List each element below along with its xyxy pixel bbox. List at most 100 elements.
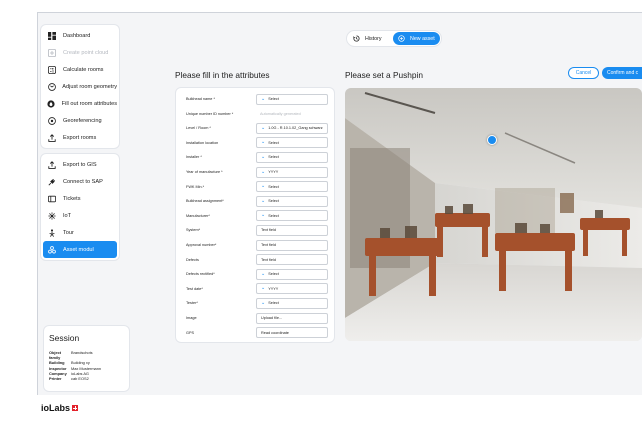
swiss-flag-icon	[72, 405, 79, 411]
sidebar-item-calculate-rooms[interactable]: Calculate rooms	[43, 61, 117, 78]
sidebar-item-label: Create point cloud	[63, 49, 109, 56]
chevron-down-icon: ⌄	[261, 183, 266, 190]
chevron-down-icon: ⌄	[261, 168, 266, 175]
history-icon	[353, 35, 360, 42]
field-value: Text field	[261, 243, 276, 247]
sidebar-item-iot[interactable]: IoT	[43, 207, 117, 224]
confirm-button[interactable]: Confirm and c	[602, 67, 642, 79]
year-of-manufacture-select[interactable]: ⌄ YYYY	[256, 166, 328, 178]
field-value: Text field	[261, 228, 276, 233]
test-date-select[interactable]: ⌄ YYYY	[256, 283, 328, 295]
history-label: History	[365, 35, 382, 42]
form-row-gps: GPS Read coordinate	[186, 327, 331, 339]
form-row-system: System* Text field	[186, 224, 331, 236]
unique-number-id-number-field: Automatically generated	[256, 108, 328, 120]
chevron-down-icon: ⌄	[261, 270, 266, 277]
approval-number-field[interactable]: Text field	[256, 239, 328, 251]
field-value: Select	[268, 184, 279, 189]
session-value: Brandschots	[71, 350, 93, 355]
sidebar-item-label: IoT	[63, 212, 72, 219]
sidebar-item-dashboard[interactable]: Dashboard	[43, 27, 117, 44]
sidebar-item-adjust-room-geometry[interactable]: Adjust room geometry	[43, 78, 117, 95]
sidebar-item-fill-out-room-attributes[interactable]: Fill out room attributes	[43, 95, 117, 112]
field-value: Select	[268, 140, 279, 145]
plug-icon	[47, 177, 57, 187]
history-button[interactable]: History	[348, 32, 393, 45]
chevron-down-icon: ⌄	[261, 285, 266, 292]
form-row-defects-rectified: Defects rectified* ⌄ Select	[186, 268, 331, 280]
sidebar-group-integrations: Export to GIS Connect to SAP Tickets IoT Tou…	[40, 153, 120, 261]
session-row: Printer cab EOS2	[49, 376, 124, 381]
tester-select[interactable]: ⌄ Select	[256, 297, 328, 309]
level-room-select[interactable]: ⌄ 1.0G - R.10.1.02_Gang schwarz	[256, 122, 328, 134]
sidebar-item-export-to-gis[interactable]: Export to GIS	[43, 156, 117, 173]
field-value: Select	[268, 199, 279, 204]
droplet-icon	[47, 99, 56, 109]
sidebar-item-export-rooms[interactable]: Export rooms	[43, 129, 117, 146]
sidebar-item-asset-modul[interactable]: Asset modul	[43, 241, 117, 258]
sidebar-item-label: Export rooms	[63, 134, 97, 141]
field-label: Image	[186, 316, 197, 320]
field-value: Select	[268, 213, 279, 218]
calculator-icon	[47, 65, 57, 75]
sidebar-item-connect-to-sap[interactable]: Connect to SAP	[43, 173, 117, 190]
field-value: Select	[268, 301, 279, 306]
manufacturer-select[interactable]: ⌄ Select	[256, 210, 328, 222]
defects-field[interactable]: Text field	[256, 254, 328, 266]
form-row-manufacturer: Manufacturer* ⌄ Select	[186, 210, 331, 222]
session-title: Session	[49, 333, 80, 343]
installer-select[interactable]: ⌄ Select	[256, 151, 328, 163]
point-cloud-view[interactable]	[345, 88, 642, 341]
sidebar-item-label: Dashboard	[63, 32, 91, 39]
field-label: FWK Min.*	[186, 184, 205, 189]
session-card: Session Object family Brandschots Building…	[43, 325, 130, 392]
sidebar-item-label: Tickets	[63, 195, 81, 202]
field-label: Level / Room *	[186, 126, 211, 131]
sidebar-item-label: Calculate rooms	[63, 66, 104, 73]
chevron-down-icon: ⌄	[261, 139, 266, 146]
sidebar-item-label: Georeferencing	[63, 117, 102, 124]
form-row-fwk-min: FWK Min.* ⌄ Select	[186, 181, 331, 193]
field-value: Select	[268, 272, 279, 277]
form-row-image: Image Upload file...	[186, 312, 331, 324]
form-row-installer: Installer * ⌄ Select	[186, 151, 331, 163]
bulkhead-name-select[interactable]: ⌄ Select	[256, 93, 328, 105]
pushpin-marker[interactable]	[487, 135, 497, 145]
tour-icon	[47, 228, 57, 238]
export-icon	[47, 133, 57, 143]
sidebar-item-label: Adjust room geometry	[62, 83, 117, 90]
sidebar-item-tour[interactable]: Tour	[43, 224, 117, 241]
field-label: Unique number ID number *	[186, 111, 234, 116]
field-value: 1.0G - R.10.1.02_Gang schwarz	[268, 126, 323, 131]
new-asset-button[interactable]: New asset	[393, 32, 440, 45]
sidebar: Dashboard Create point cloud Calculate roo…	[40, 24, 120, 265]
field-label: Year of manufacture *	[186, 170, 223, 174]
field-label: Installer *	[186, 155, 202, 160]
field-value: Select	[268, 155, 279, 160]
field-value: Text field	[261, 257, 276, 262]
sidebar-item-georeferencing[interactable]: Georeferencing	[43, 112, 117, 129]
bulkhead-assignment-select[interactable]: ⌄ Select	[256, 195, 328, 207]
form-row-defects: Defects Text field	[186, 254, 331, 266]
asset-module-icon	[47, 245, 57, 255]
field-value: YYYY	[268, 170, 279, 174]
installation-location-select[interactable]: ⌄ Select	[256, 137, 328, 149]
system-field[interactable]: Text field	[256, 224, 328, 236]
form-heading: Please fill in the attributes	[175, 70, 270, 80]
sidebar-item-label: Export to GIS	[63, 161, 97, 168]
fwk-min-select[interactable]: ⌄ Select	[256, 181, 328, 193]
new-asset-label: New asset	[410, 35, 435, 42]
field-label: Bulkhead assignment*	[186, 199, 224, 204]
field-label: GPS	[186, 330, 195, 335]
defects-rectified-select[interactable]: ⌄ Select	[256, 268, 328, 280]
field-label: System*	[186, 228, 201, 233]
gps-field[interactable]: Read coordinate	[256, 327, 328, 339]
sidebar-item-create-point-cloud: Create point cloud	[43, 44, 117, 61]
form-row-bulkhead-assignment: Bulkhead assignment* ⌄ Select	[186, 195, 331, 207]
chevron-down-icon: ⌄	[261, 124, 266, 131]
image-field[interactable]: Upload file...	[256, 312, 328, 324]
iolabs-logo: ioLabs	[41, 403, 79, 413]
cancel-button[interactable]: Cancel	[568, 67, 599, 79]
target-icon	[47, 82, 56, 92]
sidebar-item-tickets[interactable]: Tickets	[43, 190, 117, 207]
